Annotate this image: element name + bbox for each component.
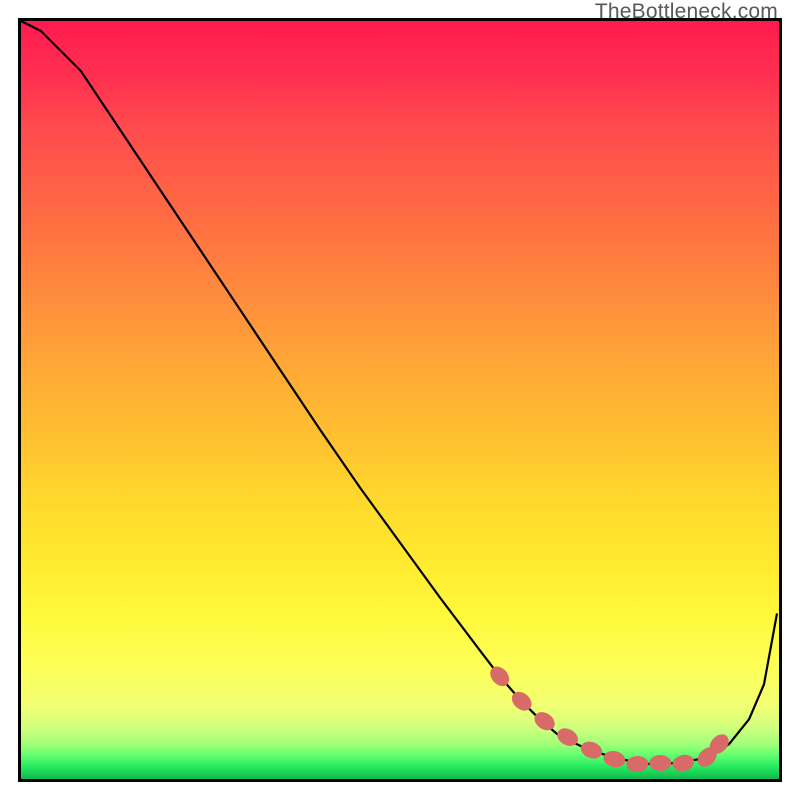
data-marker — [578, 739, 604, 762]
chart-svg — [21, 21, 779, 779]
data-marker — [626, 756, 649, 773]
data-markers — [486, 663, 732, 774]
data-marker — [671, 753, 696, 774]
data-marker — [602, 749, 627, 769]
data-marker — [554, 725, 581, 750]
plot-area — [18, 18, 782, 782]
chart-container: TheBottleneck.com — [0, 0, 800, 800]
data-marker — [649, 755, 671, 771]
curve-line — [21, 21, 777, 764]
